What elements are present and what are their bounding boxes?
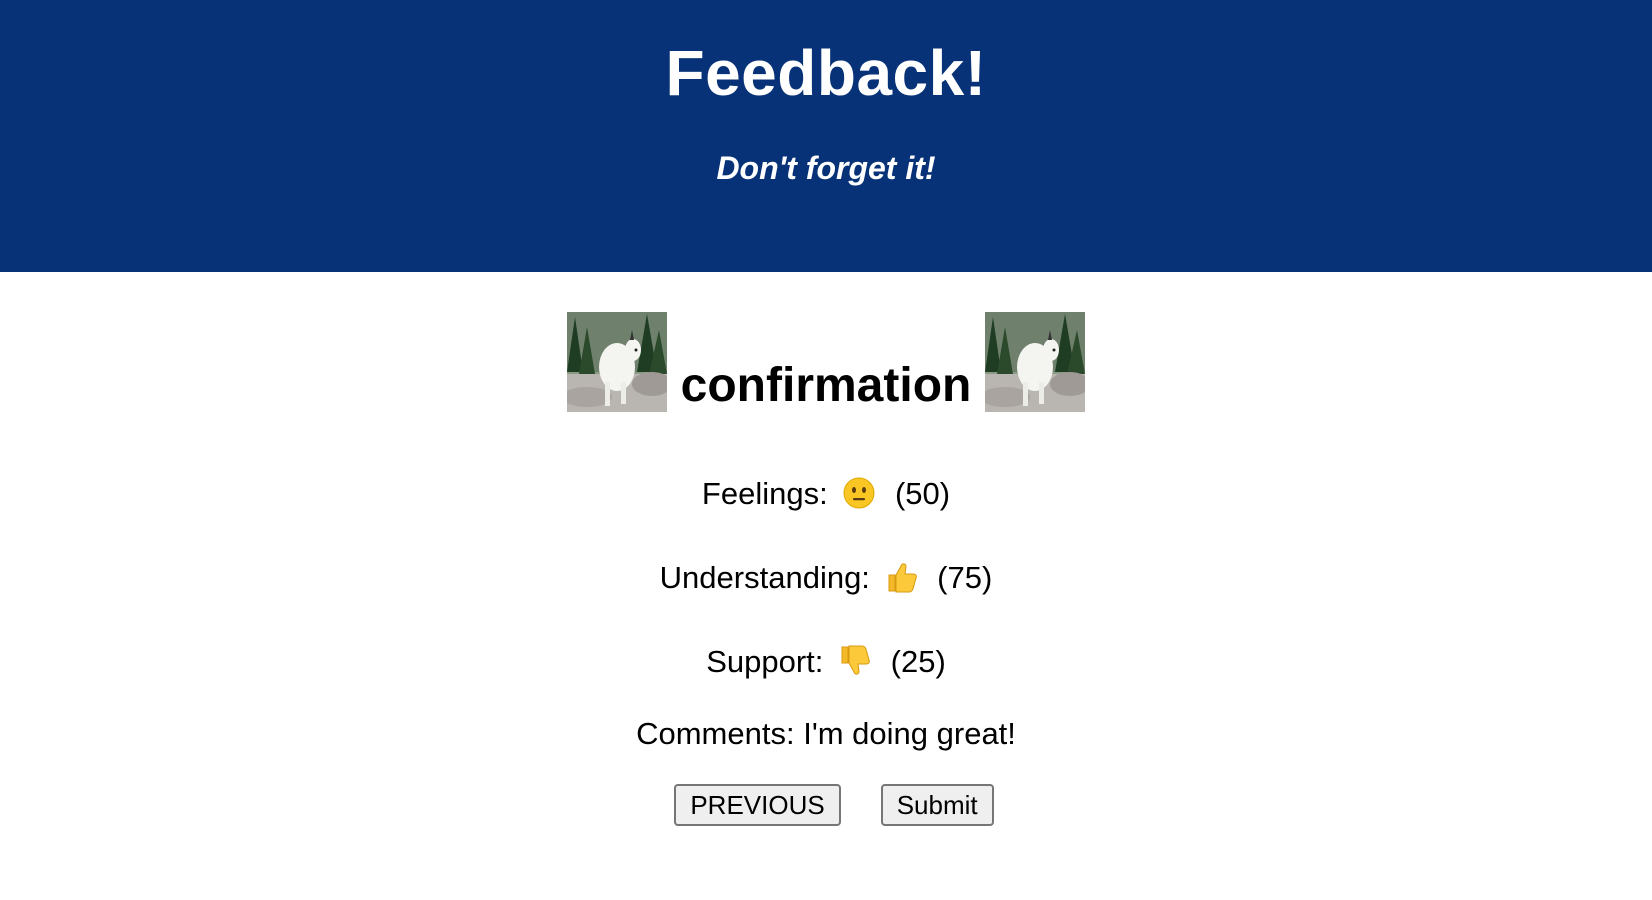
goat-image-left bbox=[566, 312, 667, 412]
confirmation-heading: confirmation bbox=[680, 359, 972, 412]
page-header: Feedback! Don't forget it! bbox=[0, 0, 1652, 272]
submit-button[interactable]: Submit bbox=[880, 784, 994, 826]
thumbs-down-icon bbox=[841, 645, 870, 675]
feelings-label: Feelings: bbox=[701, 476, 828, 511]
understanding-value: (75) bbox=[937, 560, 993, 595]
support-label: Support: bbox=[706, 644, 824, 679]
neutral-face-icon bbox=[843, 477, 875, 509]
goat-image-right bbox=[985, 312, 1086, 412]
support-row: Support: (25) bbox=[0, 644, 1652, 680]
feelings-value: (50) bbox=[894, 476, 951, 511]
navigation-buttons: PREVIOUS Submit bbox=[0, 784, 1652, 826]
understanding-row: Understanding: (75) bbox=[0, 560, 1652, 596]
page-title: Feedback! bbox=[665, 37, 987, 109]
support-value: (25) bbox=[890, 644, 946, 679]
thumbs-up-icon bbox=[888, 563, 917, 593]
previous-button[interactable]: PREVIOUS bbox=[674, 784, 841, 826]
feelings-row: Feelings: (50) bbox=[0, 476, 1652, 512]
page-subtitle: Don't forget it! bbox=[716, 150, 936, 186]
comments-value: I'm doing great! bbox=[803, 716, 1016, 751]
confirmation-title-row: confirmation bbox=[0, 312, 1652, 412]
comments-row: Comments: I'm doing great! bbox=[0, 716, 1652, 752]
understanding-label: Understanding: bbox=[659, 560, 870, 595]
comments-label: Comments: bbox=[636, 716, 795, 751]
